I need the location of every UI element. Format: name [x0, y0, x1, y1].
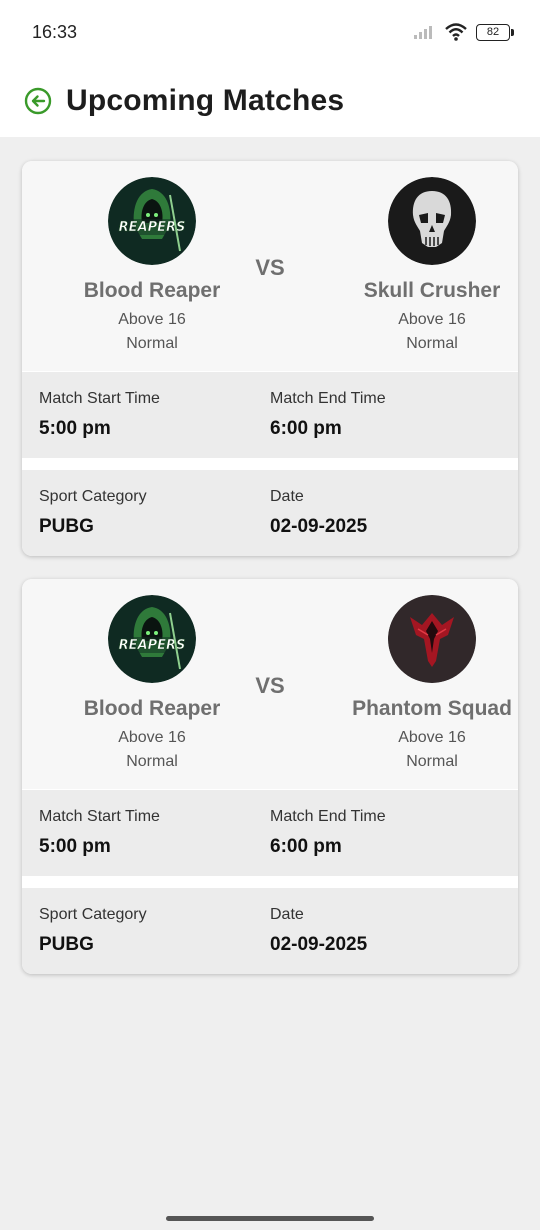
wifi-icon [445, 23, 467, 41]
reapers-logo: REAPERS [108, 595, 196, 683]
sport-category-value: PUBG [39, 934, 94, 955]
end-time-label: Match End Time [270, 390, 386, 407]
end-time-label: Match End Time [270, 808, 386, 825]
skull-logo [388, 177, 476, 265]
date-label: Date [270, 488, 304, 505]
start-time: Match Start Time 5:00 pm [39, 808, 160, 858]
team-b-age: Above 16 [398, 311, 466, 328]
match-date: Date 02-09-2025 [270, 906, 367, 956]
back-button[interactable] [24, 87, 52, 115]
teams-section: REAPERS Blood Reaper Above 16 Normal VS … [22, 161, 518, 371]
match-time-row: Match Start Time 5:00 pm Match End Time … [22, 372, 518, 458]
team-a-age: Above 16 [118, 729, 186, 746]
sport-category: Sport Category PUBG [39, 906, 147, 956]
match-meta-row: Sport Category PUBG Date 02-09-2025 [22, 888, 518, 974]
status-bar: 16:33 82 [0, 0, 540, 64]
start-time-value: 5:00 pm [39, 836, 111, 857]
sport-category-value: PUBG [39, 516, 94, 537]
end-time: Match End Time 6:00 pm [270, 390, 386, 440]
start-time: Match Start Time 5:00 pm [39, 390, 160, 440]
page-title: Upcoming Matches [66, 83, 345, 117]
signal-icon [414, 26, 432, 39]
team-a-name: Blood Reaper [83, 697, 221, 720]
status-icons: 82 [414, 23, 514, 41]
match-meta-row: Sport Category PUBG Date 02-09-2025 [22, 470, 518, 556]
match-card[interactable]: REAPERS Blood Reaper Above 16 Normal VS … [22, 579, 518, 974]
sport-category-label: Sport Category [39, 906, 147, 923]
match-time-row: Match Start Time 5:00 pm Match End Time … [22, 790, 518, 876]
status-time: 16:33 [32, 21, 78, 42]
start-time-label: Match Start Time [39, 390, 160, 407]
match-card[interactable]: REAPERS Blood Reaper Above 16 Normal VS … [22, 161, 518, 556]
date-value: 02-09-2025 [270, 516, 368, 537]
team-a-level: Normal [126, 335, 178, 352]
sport-category: Sport Category PUBG [39, 488, 147, 538]
end-time-value: 6:00 pm [270, 836, 342, 857]
home-indicator[interactable] [166, 1216, 374, 1221]
team-b-level: Normal [406, 335, 458, 352]
battery-level: 82 [486, 26, 500, 38]
end-time-value: 6:00 pm [270, 418, 342, 439]
phantom-logo [388, 595, 476, 683]
team-a-level: Normal [126, 753, 178, 770]
date-label: Date [270, 906, 304, 923]
battery-icon: 82 [476, 23, 514, 41]
team-b: Skull Crusher Above 16 Normal [332, 177, 518, 353]
team-b-name: Phantom Squad [352, 697, 512, 720]
sport-category-label: Sport Category [39, 488, 147, 505]
end-time: Match End Time 6:00 pm [270, 808, 386, 858]
team-b-age: Above 16 [398, 729, 466, 746]
team-a-name: Blood Reaper [83, 279, 221, 302]
team-b-level: Normal [406, 753, 458, 770]
match-date: Date 02-09-2025 [270, 488, 367, 538]
date-value: 02-09-2025 [270, 934, 368, 955]
start-time-label: Match Start Time [39, 808, 160, 825]
team-b: Phantom Squad Above 16 Normal [332, 595, 518, 771]
app-header: Upcoming Matches [0, 64, 540, 137]
teams-section: REAPERS Blood Reaper Above 16 Normal VS … [22, 579, 518, 789]
team-a-age: Above 16 [118, 311, 186, 328]
reapers-logo: REAPERS [108, 177, 196, 265]
team-b-name: Skull Crusher [363, 279, 501, 302]
start-time-value: 5:00 pm [39, 418, 111, 439]
back-arrow-circle-icon [24, 87, 52, 114]
